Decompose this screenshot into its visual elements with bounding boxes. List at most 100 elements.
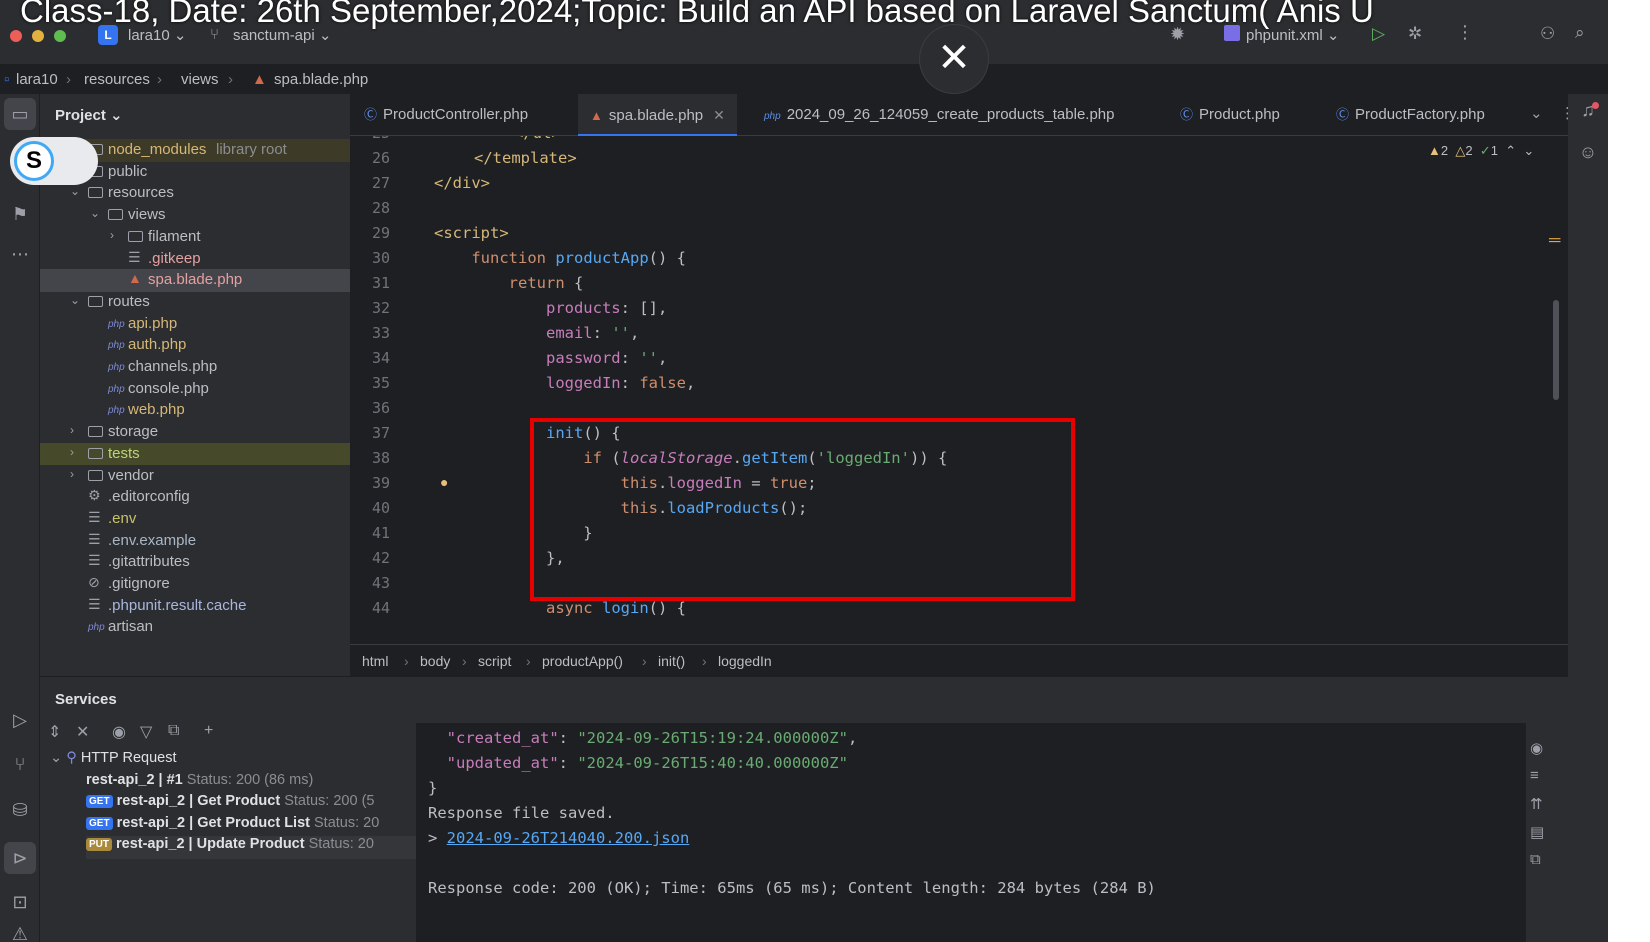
chevron-right-icon[interactable]: ›: [110, 228, 114, 242]
tree-item[interactable]: ▲ spa.blade.php: [40, 269, 350, 292]
tree-item[interactable]: ☰ .gitkeep: [40, 248, 350, 271]
tree-item[interactable]: › vendor: [40, 465, 350, 488]
tree-item[interactable]: ☰ .phpunit.result.cache: [40, 595, 350, 618]
tree-item[interactable]: › storage: [40, 421, 350, 444]
add-service-icon[interactable]: +: [204, 722, 213, 740]
filter-icon[interactable]: ▽: [140, 722, 152, 742]
editor-scrollbar[interactable]: [1553, 300, 1559, 400]
problems-icon[interactable]: ⚠: [0, 924, 40, 942]
add-user-icon[interactable]: ⚇: [1540, 24, 1555, 44]
tree-item[interactable]: php auth.php: [40, 334, 350, 357]
response-file-link[interactable]: 2024-09-26T214040.200.json: [447, 829, 690, 847]
chevron-down-icon[interactable]: ⌄: [90, 206, 100, 220]
created-at-value: "2024-09-26T15:19:24.000000Z": [577, 729, 848, 747]
project-badge-icon[interactable]: L: [98, 25, 118, 45]
notifications-icon[interactable]: ♫: [1568, 100, 1608, 121]
tree-item[interactable]: ⚙ .editorconfig: [40, 486, 350, 509]
tree-item[interactable]: ☰ .env.example: [40, 530, 350, 553]
inspection-widget[interactable]: ▲2 △2 ✓1 ⌃ ⌄: [1428, 143, 1534, 159]
http-request-icon: ⚲: [66, 750, 81, 766]
run-icon[interactable]: ▷: [1372, 24, 1385, 44]
project-panel-title[interactable]: Project ⌄: [55, 106, 123, 124]
crumb-sep: ›: [526, 653, 531, 669]
chevron-down-icon[interactable]: ⌄: [70, 184, 80, 198]
code-line: async login() {: [545, 599, 686, 617]
chevron-right-icon[interactable]: ›: [70, 467, 74, 481]
console-eye-icon[interactable]: ◉: [1530, 739, 1543, 757]
tab-spa-blade[interactable]: ▲ spa.blade.php ✕: [578, 94, 737, 136]
run-config-selector[interactable]: phpunit.xml ⌄: [1246, 26, 1339, 44]
window-minimize-button[interactable]: [32, 30, 44, 42]
copy-icon[interactable]: ⧉: [1530, 851, 1541, 868]
debug-icon[interactable]: ✹: [1170, 24, 1185, 45]
chevron-down-icon[interactable]: ⌄: [50, 750, 66, 766]
database-icon[interactable]: ⛁: [0, 800, 40, 821]
next-highlight-icon[interactable]: ⌄: [1523, 143, 1534, 158]
tab-migration[interactable]: php 2024_09_26_124059_create_products_tab…: [764, 94, 1114, 136]
window-close-button[interactable]: [10, 30, 22, 42]
search-icon[interactable]: ⌕: [1575, 23, 1585, 43]
close-overlay-button[interactable]: ✕: [920, 25, 988, 93]
chevron-right-icon[interactable]: ›: [70, 423, 74, 437]
service-request-item[interactable]: PUT rest-api_2 | Update Product Status: 2…: [86, 836, 416, 859]
more-tools-icon[interactable]: ⋯: [0, 244, 40, 265]
tree-item[interactable]: php channels.php: [40, 356, 350, 379]
soft-wrap-icon[interactable]: ≡: [1530, 767, 1539, 784]
expand-all-icon[interactable]: ⇕: [48, 722, 61, 742]
run-tool-icon[interactable]: ▷: [0, 710, 40, 731]
tree-item[interactable]: › filament: [40, 226, 350, 249]
services-icon[interactable]: ⊳: [4, 842, 36, 874]
more-icon[interactable]: ⋮: [1456, 22, 1474, 43]
tree-item[interactable]: ⌄ routes: [40, 291, 350, 314]
tree-item[interactable]: ⊘ .gitignore: [40, 573, 350, 596]
terminal-icon[interactable]: ⊡: [0, 892, 40, 913]
tab-productfactory[interactable]: Ⓒ ProductFactory.php: [1336, 94, 1485, 136]
project-folder-icon[interactable]: ▭: [4, 98, 36, 130]
chevron-right-icon[interactable]: ›: [70, 445, 74, 459]
crumb-item[interactable]: init(): [658, 653, 685, 669]
project-switcher[interactable]: lara10 ⌄: [128, 26, 186, 44]
format-icon[interactable]: ▤: [1530, 823, 1544, 841]
tree-item[interactable]: ☰ .env: [40, 508, 350, 531]
path-item[interactable]: spa.blade.php: [274, 71, 368, 88]
crumb-item[interactable]: script: [478, 653, 511, 669]
crumb-item[interactable]: html: [362, 653, 388, 669]
tree-item[interactable]: php console.php: [40, 378, 350, 401]
tree-item[interactable]: ☰ .gitattributes: [40, 551, 350, 574]
path-item[interactable]: views: [181, 71, 219, 88]
service-request-item[interactable]: rest-api_2 | #1 Status: 200 (86 ms): [86, 772, 416, 795]
branch-switcher[interactable]: sanctum-api ⌄: [233, 26, 331, 44]
debug-run-icon[interactable]: ✲: [1408, 24, 1422, 44]
collapse-all-icon[interactable]: ✕: [76, 722, 89, 742]
git-tool-icon[interactable]: ⑂: [0, 754, 40, 775]
tree-item[interactable]: ⌄ resources: [40, 182, 350, 205]
response-console[interactable]: "created_at": "2024-09-26T15:19:24.00000…: [416, 723, 1526, 942]
screen-recorder-badge[interactable]: S: [10, 137, 98, 185]
tab-close-icon[interactable]: ✕: [713, 107, 725, 123]
tree-item[interactable]: php artisan: [40, 616, 350, 639]
scroll-to-end-icon[interactable]: ⇈: [1530, 795, 1543, 813]
tab-productcontroller[interactable]: Ⓒ ProductController.php: [364, 94, 528, 136]
window-maximize-button[interactable]: [54, 30, 66, 42]
service-request-item[interactable]: GET rest-api_2 | Get Product Status: 200 …: [86, 793, 416, 816]
service-request-item[interactable]: GET rest-api_2 | Get Product List Status:…: [86, 815, 416, 838]
tree-item[interactable]: php api.php: [40, 313, 350, 336]
path-item[interactable]: resources: [84, 71, 150, 88]
new-tab-icon[interactable]: ⧉: [168, 722, 179, 740]
crumb-item[interactable]: loggedIn: [718, 653, 772, 669]
tabs-dropdown-icon[interactable]: ⌄: [1530, 104, 1543, 122]
crumb-item[interactable]: body: [420, 653, 450, 669]
tab-product[interactable]: Ⓒ Product.php: [1180, 94, 1280, 136]
tree-item[interactable]: ⌄ views: [40, 204, 350, 227]
chevron-down-icon[interactable]: ⌄: [70, 293, 80, 307]
prev-highlight-icon[interactable]: ⌃: [1505, 143, 1516, 158]
bookmark-icon[interactable]: ⚑: [0, 204, 40, 225]
eye-icon[interactable]: ◉: [112, 722, 126, 742]
tree-item[interactable]: › tests: [40, 442, 350, 466]
change-marker-icon[interactable]: ═: [1549, 232, 1560, 250]
tree-item[interactable]: php web.php: [40, 399, 350, 422]
path-item[interactable]: lara10: [16, 71, 58, 88]
service-request-item[interactable]: ⌄ ⚲ HTTP Request: [50, 750, 416, 773]
crumb-item[interactable]: productApp(): [542, 653, 623, 669]
ai-assistant-icon[interactable]: ☺: [1568, 142, 1608, 163]
